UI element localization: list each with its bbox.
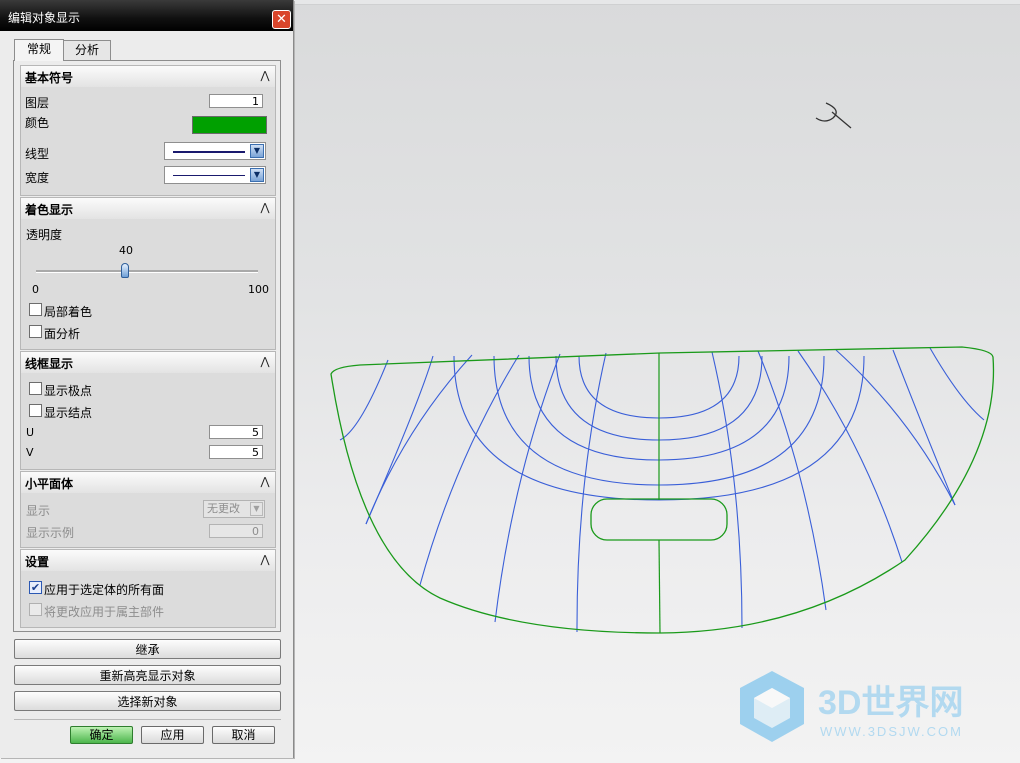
- wire-radial-curve: [365, 355, 434, 525]
- collapse-icon[interactable]: ⋀: [257, 354, 273, 369]
- show-poles-label: 显示极点: [44, 384, 93, 398]
- wire-radial-curve: [419, 354, 520, 586]
- edit-object-display-dialog: 编辑对象显示 ✕ 常规 分析 基本符号 ⋀ 图层 1 颜色 线型 ▼ 宽度 ▼: [0, 0, 294, 758]
- u-label: U: [26, 426, 35, 439]
- linetype-dropdown[interactable]: ▼: [164, 142, 266, 160]
- surface-center-curve-lower: [658, 539, 661, 634]
- select-new-object-button[interactable]: 选择新对象: [14, 691, 281, 711]
- transparency-slider-track[interactable]: [36, 270, 258, 273]
- slider-min-label: 0: [32, 283, 39, 296]
- watermark-url: WWW.3DSJW.COM: [820, 724, 963, 739]
- apply-owner-part-label: 将更改应用于属主部件: [44, 605, 165, 619]
- collapse-icon[interactable]: ⋀: [257, 552, 273, 567]
- site-watermark-logo: 3D世界网 WWW.3DSJW.COM: [740, 671, 963, 742]
- display-label: 显示: [26, 504, 51, 518]
- section-header-basic[interactable]: 基本符号 ⋀: [20, 65, 276, 88]
- section-title-shading: 着色显示: [25, 203, 74, 217]
- transparency-slider-thumb[interactable]: [120, 263, 129, 278]
- wire-radial-curve: [339, 359, 389, 441]
- surface-outer-boundary: [330, 346, 995, 634]
- tab-panel-general: 基本符号 ⋀ 图层 1 颜色 线型 ▼ 宽度 ▼ 着色显示 ⋀ 透明度 40 0…: [13, 60, 281, 632]
- layer-label: 图层: [25, 96, 50, 110]
- linetype-preview: [173, 151, 245, 153]
- width-preview: [173, 175, 245, 176]
- apply-all-faces-checkbox[interactable]: ✔: [29, 581, 42, 594]
- section-header-wireframe[interactable]: 线框显示 ⋀: [20, 351, 276, 374]
- section-body-shading: 透明度 40 0 100 局部着色 面分析: [20, 219, 276, 350]
- v-field[interactable]: 5: [209, 445, 263, 459]
- rehighlight-button[interactable]: 重新高亮显示对象: [14, 665, 281, 685]
- local-shading-label: 局部着色: [44, 305, 93, 319]
- section-title-settings: 设置: [25, 555, 50, 569]
- u-field[interactable]: 5: [209, 425, 263, 439]
- wcs-triad-icon: [815, 102, 852, 129]
- local-shading-checkbox[interactable]: [29, 303, 42, 316]
- section-body-wireframe: 显示极点 显示结点 U 5 V 5: [20, 373, 276, 470]
- width-dropdown[interactable]: ▼: [164, 166, 266, 184]
- section-header-shading[interactable]: 着色显示 ⋀: [20, 197, 276, 220]
- face-analysis-checkbox[interactable]: [29, 325, 42, 338]
- width-label: 宽度: [25, 171, 50, 185]
- tab-general[interactable]: 常规: [14, 39, 64, 61]
- wire-radial-curve: [835, 349, 956, 506]
- close-button[interactable]: ✕: [272, 10, 291, 29]
- show-knots-label: 显示结点: [44, 406, 93, 420]
- surface-slot-hole: [590, 498, 728, 541]
- wire-radial-curve: [494, 353, 561, 623]
- section-title-wireframe: 线框显示: [25, 357, 74, 371]
- color-swatch-button[interactable]: [192, 116, 267, 134]
- chevron-down-icon: ▼: [250, 502, 263, 516]
- apply-owner-part-checkbox[interactable]: [29, 603, 42, 616]
- transparency-label: 透明度: [26, 228, 63, 242]
- collapse-icon[interactable]: ⋀: [257, 474, 273, 489]
- footer-divider: [14, 719, 281, 720]
- ok-button[interactable]: 确定: [70, 726, 133, 744]
- collapse-icon[interactable]: ⋀: [257, 200, 273, 215]
- section-title-basic: 基本符号: [25, 71, 74, 85]
- display-dropdown-value: 无更改: [207, 502, 240, 515]
- wire-radial-curve: [929, 347, 985, 421]
- section-header-facets[interactable]: 小平面体 ⋀: [20, 471, 276, 494]
- show-knots-checkbox[interactable]: [29, 404, 42, 417]
- section-body-basic: 图层 1 颜色 线型 ▼ 宽度 ▼: [20, 87, 276, 196]
- apply-button[interactable]: 应用: [141, 726, 204, 744]
- surface-isoparametric-curves: [339, 347, 985, 633]
- color-label: 颜色: [25, 116, 50, 130]
- face-analysis-label: 面分析: [44, 327, 81, 341]
- watermark-title: 3D世界网: [818, 684, 963, 722]
- slider-max-label: 100: [248, 283, 269, 296]
- v-label: V: [26, 446, 34, 459]
- display-example-label: 显示示例: [26, 526, 75, 540]
- wire-radial-curve: [757, 350, 827, 611]
- display-dropdown[interactable]: 无更改 ▼: [203, 500, 265, 518]
- wire-radial-curve: [711, 351, 743, 629]
- inherit-button[interactable]: 继承: [14, 639, 281, 659]
- apply-all-faces-label: 应用于选定体的所有面: [44, 583, 165, 597]
- section-body-facets: 显示 无更改 ▼ 显示示例 0: [20, 493, 276, 548]
- linetype-label: 线型: [25, 147, 50, 161]
- chevron-down-icon[interactable]: ▼: [250, 168, 264, 182]
- section-title-facets: 小平面体: [25, 477, 74, 491]
- wire-radial-curve: [797, 350, 903, 563]
- tab-analysis[interactable]: 分析: [63, 40, 111, 60]
- dialog-title: 编辑对象显示: [8, 11, 81, 25]
- collapse-icon[interactable]: ⋀: [257, 68, 273, 83]
- display-example-field[interactable]: 0: [209, 524, 263, 538]
- layer-field[interactable]: 1: [209, 94, 263, 108]
- section-header-settings[interactable]: 设置 ⋀: [20, 549, 276, 572]
- slider-value-label: 40: [119, 244, 133, 257]
- cancel-button[interactable]: 取消: [212, 726, 275, 744]
- section-body-settings: ✔ 应用于选定体的所有面 将更改应用于属主部件: [20, 571, 276, 628]
- chevron-down-icon[interactable]: ▼: [250, 144, 264, 158]
- dialog-titlebar[interactable]: 编辑对象显示 ✕: [0, 0, 293, 31]
- show-poles-checkbox[interactable]: [29, 382, 42, 395]
